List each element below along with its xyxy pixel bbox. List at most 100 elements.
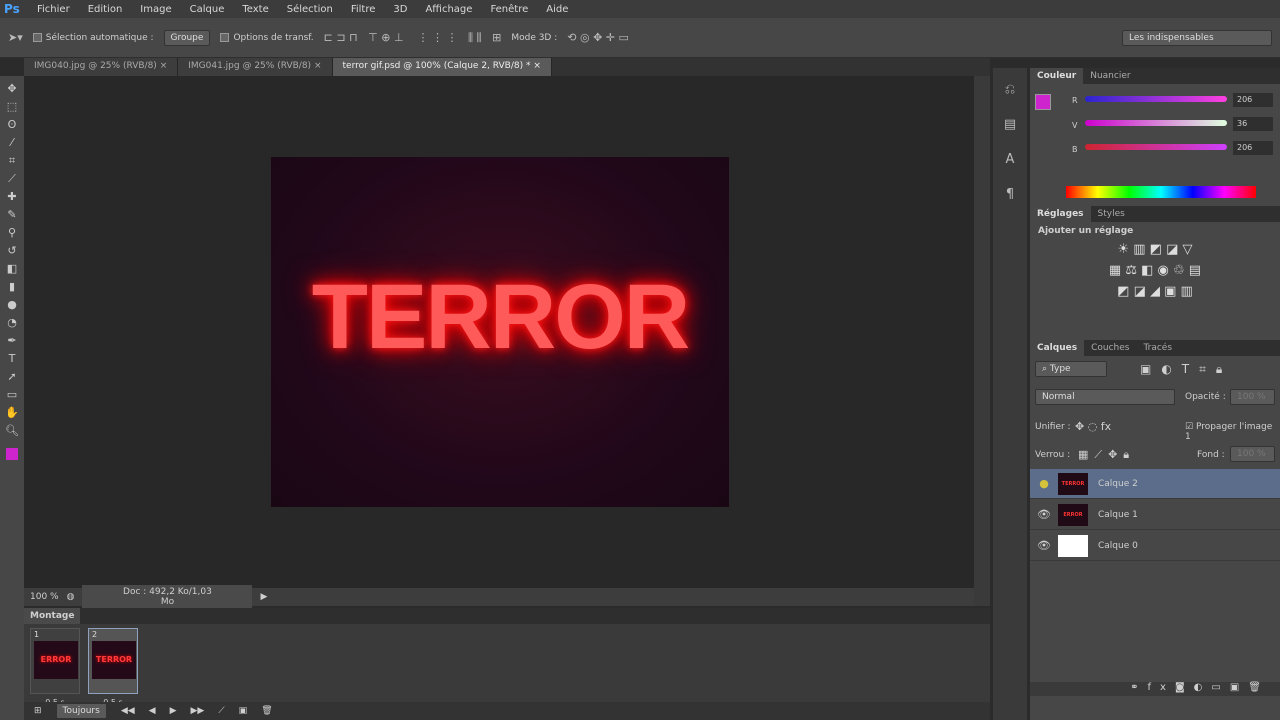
3d-tool-icons[interactable]: ⟲ ◎ ✥ ✛ ▭ bbox=[567, 31, 629, 44]
lasso-icon[interactable]: ʘ bbox=[8, 118, 17, 132]
frame-1[interactable]: 1 ERROR 0,5 s bbox=[30, 628, 80, 707]
menu-texte[interactable]: Texte bbox=[233, 4, 277, 15]
magic-wand-icon[interactable]: ⁄ bbox=[11, 136, 13, 150]
stamp-icon[interactable]: ⚲ bbox=[8, 226, 16, 240]
vertical-scrollbar[interactable] bbox=[974, 76, 990, 606]
auto-select-dropdown[interactable]: Groupe bbox=[163, 29, 211, 46]
menu-affichage[interactable]: Affichage bbox=[416, 4, 481, 15]
v-value[interactable]: 36 bbox=[1233, 117, 1273, 131]
tab-nuancier[interactable]: Nuancier bbox=[1083, 68, 1137, 84]
move-tool-icon[interactable]: ➤▾ bbox=[8, 31, 23, 44]
type-icon[interactable]: T bbox=[9, 352, 16, 366]
eyedropper-icon[interactable]: ⟋ bbox=[8, 172, 16, 186]
layer-calque-1[interactable]: 👁︎ ERROR Calque 1 bbox=[1030, 500, 1280, 530]
menu-aide[interactable]: Aide bbox=[537, 4, 577, 15]
history-brush-icon[interactable]: ↺ bbox=[7, 244, 16, 258]
menu-image[interactable]: Image bbox=[131, 4, 180, 15]
menu-selection[interactable]: Sélection bbox=[278, 4, 342, 15]
crop-icon[interactable]: ⌗ bbox=[9, 154, 15, 168]
shape-icon[interactable]: ▭ bbox=[7, 388, 17, 402]
unify-icons[interactable]: ✥ ◌ fx bbox=[1075, 420, 1111, 433]
align-icons[interactable]: ⊏ ⊐ ⊓ ⊤ ⊕ ⊥ ⋮ ⋮ ⋮ ⫼ ⫼ ⊞ bbox=[324, 31, 502, 45]
move-icon[interactable]: ✥ bbox=[7, 82, 16, 96]
tab-styles[interactable]: Styles bbox=[1091, 206, 1132, 222]
visibility-eye-icon[interactable]: 👁︎ bbox=[1030, 539, 1058, 552]
menu-edition[interactable]: Edition bbox=[79, 4, 132, 15]
layer-calque-0[interactable]: 👁︎ Calque 0 bbox=[1030, 531, 1280, 561]
b-slider[interactable] bbox=[1085, 144, 1227, 150]
tab-img040[interactable]: IMG040.jpg @ 25% (RVB/8) × bbox=[24, 58, 179, 76]
prev-frame-icon[interactable]: ◀ bbox=[149, 706, 156, 716]
foreground-swatch[interactable] bbox=[1035, 94, 1051, 110]
transform-controls-checkbox[interactable]: Options de transf. bbox=[220, 32, 314, 43]
foreground-color-swatch[interactable] bbox=[6, 448, 18, 460]
actions-panel-icon[interactable]: ▤ bbox=[1004, 117, 1016, 132]
gradient-icon[interactable]: ▮ bbox=[9, 280, 15, 294]
layer-name[interactable]: Calque 0 bbox=[1098, 541, 1138, 551]
r-slider[interactable] bbox=[1085, 96, 1227, 102]
layers-footer-icons[interactable]: ⚭fx◙◐▭▣🗑︎ bbox=[1030, 682, 1280, 696]
tab-traces[interactable]: Tracés bbox=[1136, 340, 1179, 356]
b-value[interactable]: 206 bbox=[1233, 141, 1273, 155]
opacity-field[interactable]: 100 % bbox=[1230, 389, 1275, 405]
visibility-eye-icon[interactable]: ● bbox=[1030, 477, 1058, 490]
tab-couches[interactable]: Couches bbox=[1084, 340, 1136, 356]
menu-fichier[interactable]: Fichier bbox=[28, 4, 79, 15]
next-frame-icon[interactable]: ▶▶ bbox=[191, 706, 205, 716]
dodge-icon[interactable]: ◔ bbox=[7, 316, 17, 330]
tab-calques[interactable]: Calques bbox=[1030, 340, 1085, 356]
menu-3d[interactable]: 3D bbox=[384, 4, 416, 15]
convert-icon[interactable]: ⊞ bbox=[34, 706, 42, 716]
zoom-level[interactable]: 100 % bbox=[30, 592, 59, 602]
auto-select-checkbox[interactable]: Sélection automatique : bbox=[32, 32, 154, 43]
fill-field[interactable]: 100 % bbox=[1230, 446, 1275, 462]
frame-2[interactable]: 2 TERROR 0,5 s bbox=[88, 628, 138, 707]
healing-icon[interactable]: ✚ bbox=[7, 190, 16, 204]
color-ramp[interactable] bbox=[1066, 186, 1256, 198]
eraser-icon[interactable]: ◧ bbox=[7, 262, 17, 276]
close-icon[interactable]: × bbox=[314, 61, 322, 71]
play-icon[interactable]: ▶ bbox=[170, 706, 177, 716]
tab-img041[interactable]: IMG041.jpg @ 25% (RVB/8) × bbox=[178, 58, 333, 76]
v-slider[interactable] bbox=[1085, 120, 1227, 126]
layer-name[interactable]: Calque 2 bbox=[1098, 479, 1138, 489]
blur-icon[interactable]: ● bbox=[7, 298, 17, 312]
workspace-select[interactable]: Les indispensables bbox=[1122, 29, 1272, 46]
adjustment-icons-row3[interactable]: ◩ ◪ ◢ ▣ ▥ bbox=[1038, 284, 1272, 299]
paragraph-panel-icon[interactable]: ¶ bbox=[1006, 187, 1014, 202]
tween-icon[interactable]: ⟋ bbox=[218, 706, 224, 716]
tab-reglages[interactable]: Réglages bbox=[1030, 206, 1091, 222]
hand-icon[interactable]: ✋ bbox=[5, 406, 19, 420]
tab-terror-gif[interactable]: terror gif.psd @ 100% (Calque 2, RVB/8) … bbox=[332, 58, 552, 76]
marquee-icon[interactable]: ⬚ bbox=[7, 100, 17, 114]
r-value[interactable]: 206 bbox=[1233, 93, 1273, 107]
brush-icon[interactable]: ✎ bbox=[7, 208, 16, 222]
lock-icons[interactable]: ▦⟋✥🔒︎ bbox=[1078, 448, 1135, 462]
loop-select[interactable]: Toujours bbox=[55, 703, 107, 719]
path-select-icon[interactable]: ➚ bbox=[7, 370, 16, 384]
menu-calque[interactable]: Calque bbox=[181, 4, 234, 15]
layer-name[interactable]: Calque 1 bbox=[1098, 510, 1138, 520]
trash-icon[interactable]: 🗑︎ bbox=[261, 706, 272, 716]
tab-couleur[interactable]: Couleur bbox=[1030, 68, 1084, 84]
status-menu-arrow[interactable]: ▶ bbox=[260, 592, 267, 602]
adjustment-icons-row2[interactable]: ▦ ⚖ ◧ ◉ ♲ ▤ bbox=[1038, 263, 1272, 278]
first-frame-icon[interactable]: ◀◀ bbox=[121, 706, 135, 716]
visibility-eye-icon[interactable]: 👁︎ bbox=[1030, 508, 1058, 521]
character-panel-icon[interactable]: A bbox=[1006, 152, 1015, 167]
layer-calque-2[interactable]: ● TERROR Calque 2 bbox=[1030, 469, 1280, 499]
menu-filtre[interactable]: Filtre bbox=[342, 4, 385, 15]
history-panel-icon[interactable]: ⎌ bbox=[1005, 82, 1015, 97]
layer-filter-select[interactable]: ⌕ Type bbox=[1035, 361, 1107, 377]
adjustment-icons-row1[interactable]: ☀ ▥ ◩ ◪ ▽ bbox=[1038, 242, 1272, 257]
filter-icons[interactable]: ▣◐T⌗🔒︎ bbox=[1140, 362, 1232, 377]
close-icon[interactable]: × bbox=[160, 61, 168, 71]
menu-fenetre[interactable]: Fenêtre bbox=[481, 4, 537, 15]
zoom-icon[interactable]: 🔍︎ bbox=[5, 424, 19, 438]
duplicate-frame-icon[interactable]: ▣ bbox=[239, 706, 248, 716]
pen-icon[interactable]: ✒ bbox=[7, 334, 16, 348]
propagate-checkbox[interactable]: ☑ Propager l'image 1 bbox=[1185, 422, 1280, 442]
blend-mode-select[interactable]: Normal bbox=[1035, 389, 1175, 405]
document-image[interactable]: TERROR bbox=[271, 157, 729, 507]
close-icon[interactable]: × bbox=[533, 61, 541, 71]
